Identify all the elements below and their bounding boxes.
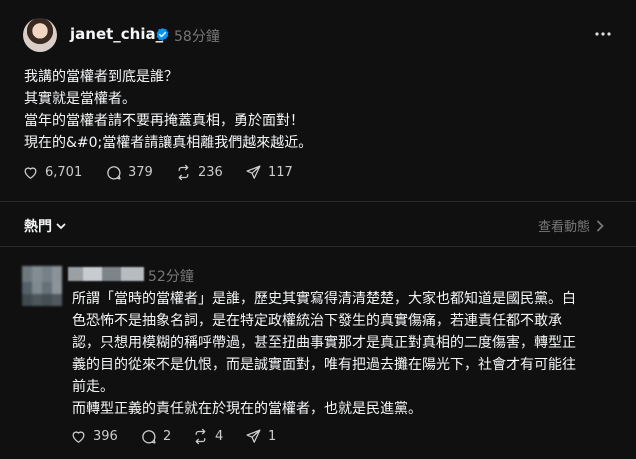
heart-icon	[72, 431, 85, 443]
repost-icon	[178, 164, 189, 181]
comment-timestamp: 52分鐘	[148, 269, 194, 285]
repost-count: 236	[198, 165, 223, 180]
comment-line: 義的目的從來不是仇恨，而是誠實面對，唯有把過去攤在陽光下，社會才有可能往	[72, 357, 576, 373]
post-line: 我講的當權者到底是誰？	[24, 69, 178, 85]
post-body: 我講的當權者到底是誰？ 其實就是當權者。 當年的當權者請不要再掩蓋真相，勇於面對…	[24, 66, 614, 154]
comment-like-button[interactable]: 396	[70, 428, 118, 445]
sort-dropdown[interactable]: 熱門	[24, 216, 66, 236]
commenter-avatar[interactable]	[22, 266, 62, 306]
comment-share-count: 1	[268, 429, 277, 444]
post-line: 其實就是當權者。	[24, 91, 136, 107]
comment-actions: 396 2 4 1	[0, 428, 636, 448]
post-timestamp: 58分鐘	[174, 29, 220, 45]
share-button[interactable]: 117	[245, 164, 293, 181]
comment-repost-button[interactable]: 4	[192, 428, 223, 445]
comment-reply-button[interactable]: 2	[140, 428, 171, 445]
verified-badge-icon	[156, 27, 169, 42]
comment-share-button[interactable]: 1	[245, 428, 276, 445]
send-icon	[246, 429, 261, 443]
activity-label: 查看動態	[538, 220, 591, 235]
comment-line: 認，只想用模糊的稱呼帶過，甚至扭曲事實那才是真正對真相的二度傷害，轉型正	[72, 335, 576, 351]
chevron-down-icon	[56, 223, 66, 230]
comment-line: 所謂「當時的當權者」是誰，歷史其實寫得清清楚楚，大家也都知道是國民黨。白	[72, 291, 576, 307]
send-icon	[246, 165, 261, 179]
heart-icon	[24, 167, 37, 179]
comment-line: 而轉型正義的責任就在於現在的當權者，也就是民進黨。	[72, 401, 422, 417]
post-line: 現在的&#0;當權者請讓真相離我們越來越近。	[24, 135, 313, 151]
repost-button[interactable]: 236	[175, 164, 223, 181]
comment-reply-count: 2	[163, 429, 172, 444]
comment-like-count: 396	[93, 429, 118, 444]
replies-bar: 熱門 查看動態	[0, 202, 636, 246]
comment-line: 色恐怖不是抽象名詞，是在特定政權統治下發生的真實傷痛，若連責任都不敢承	[72, 313, 562, 329]
sort-label: 熱門	[24, 219, 52, 235]
commenter-username-redacted[interactable]	[68, 267, 144, 281]
comment-line: 前走。	[72, 379, 114, 395]
comment-icon	[107, 166, 121, 180]
comment-button[interactable]: 379	[105, 164, 153, 181]
comment-repost-count: 4	[215, 429, 224, 444]
post-line: 當年的當權者請不要再掩蓋真相，勇於面對！	[24, 113, 304, 129]
username[interactable]: janet_chia_	[70, 25, 163, 43]
more-options-icon[interactable]	[594, 26, 612, 42]
post-actions: 6,701 379 236 117	[0, 164, 636, 186]
divider	[0, 246, 636, 247]
share-count: 117	[268, 165, 293, 180]
comment-body: 所謂「當時的當權者」是誰，歷史其實寫得清清楚楚，大家也都知道是國民黨。白 色恐怖…	[72, 288, 620, 420]
like-count: 6,701	[45, 165, 83, 180]
view-activity-link[interactable]: 查看動態	[538, 216, 604, 235]
repost-icon	[195, 428, 206, 445]
avatar[interactable]	[23, 18, 57, 52]
comment-count: 379	[128, 165, 153, 180]
chevron-right-icon	[597, 220, 604, 231]
like-button[interactable]: 6,701	[22, 164, 82, 181]
comment-icon	[142, 430, 156, 444]
